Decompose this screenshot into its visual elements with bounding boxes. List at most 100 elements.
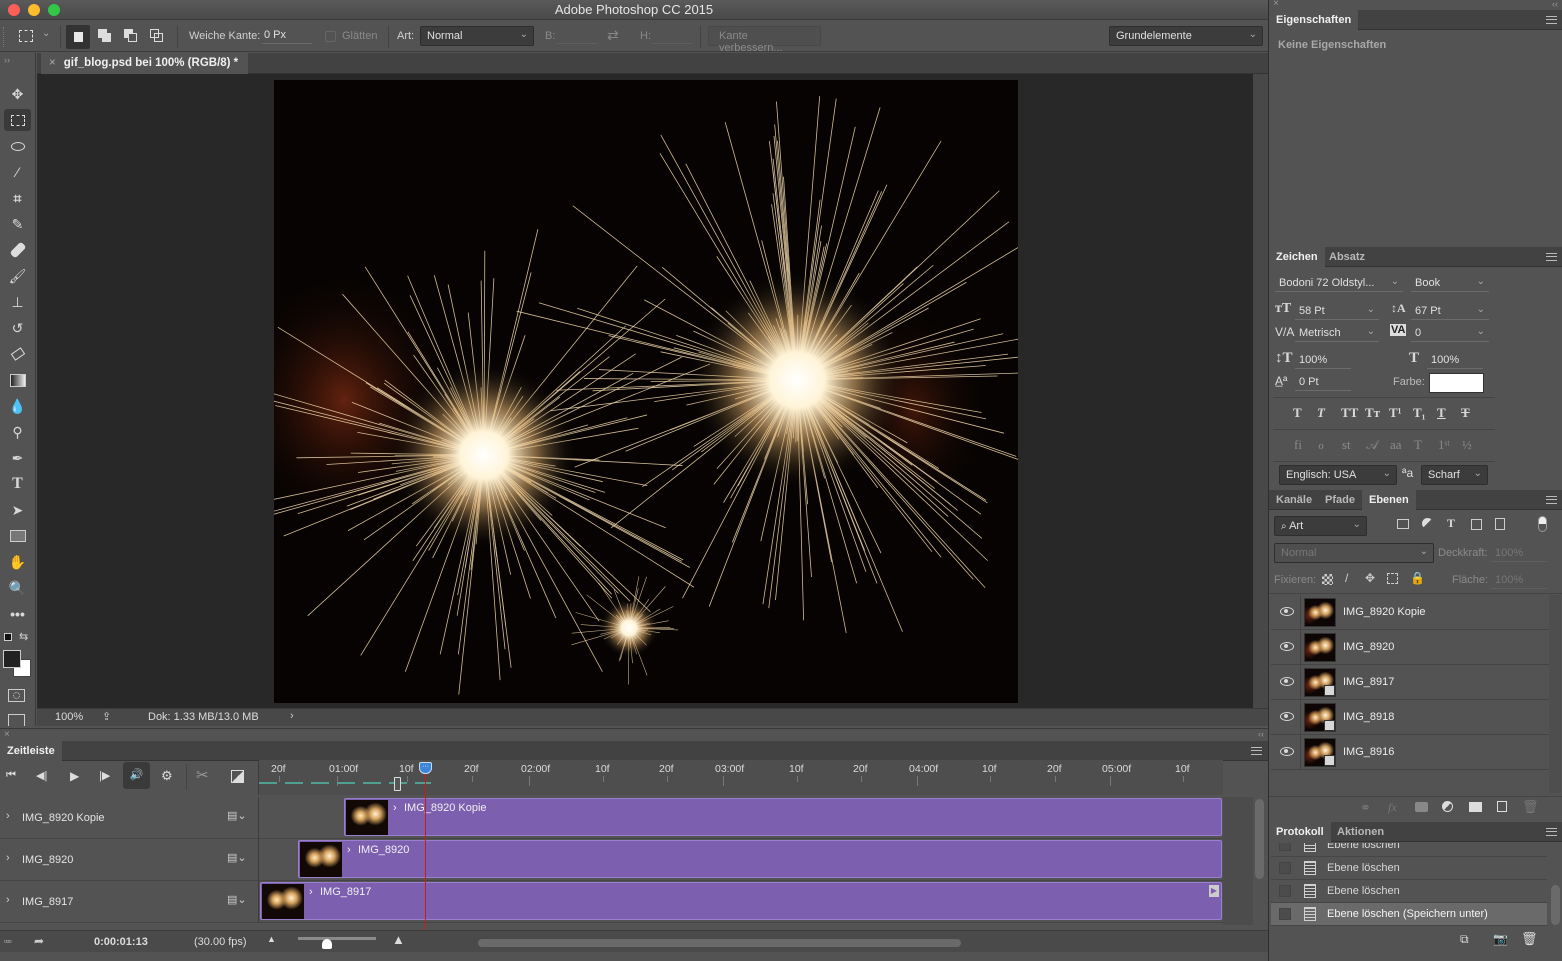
delete-state-trash-icon[interactable]: 🗑 <box>1521 931 1538 947</box>
all-caps-icon[interactable]: TT <box>1341 405 1358 421</box>
filter-pixel-icon[interactable] <box>1397 519 1409 529</box>
timeline-track-header[interactable]: › IMG_8917 ▤⌄ <box>0 881 258 923</box>
render-video-icon[interactable]: ➦ <box>34 934 44 948</box>
intersect-selection-button[interactable] <box>150 29 164 43</box>
timeline-zoom-slider-thumb[interactable] <box>322 939 332 949</box>
font-size-select[interactable]: 58 Pt ⌄ <box>1295 302 1379 320</box>
lock-artboard-icon[interactable] <box>1387 573 1398 584</box>
ligatures-icon[interactable]: fi <box>1294 437 1302 453</box>
fractions-icon[interactable]: ½ <box>1462 437 1472 453</box>
small-caps-icon[interactable]: Tт <box>1365 405 1380 421</box>
strikethrough-icon[interactable]: T <box>1461 405 1470 421</box>
history-state[interactable]: Ebene löschen <box>1271 843 1547 857</box>
new-document-from-state-icon[interactable]: ⧉ <box>1460 932 1469 947</box>
visibility-eye-icon[interactable] <box>1280 607 1294 616</box>
type-tool[interactable]: T <box>4 473 31 495</box>
opacity-input[interactable]: 100% <box>1491 544 1547 562</box>
tracking-select[interactable]: 0 ⌄ <box>1411 324 1489 342</box>
add-mask-icon[interactable] <box>1415 802 1428 812</box>
feather-input[interactable]: 0 Px <box>262 26 312 44</box>
blur-tool[interactable]: 💧 <box>4 395 31 417</box>
superscript-icon[interactable]: T¹ <box>1389 405 1402 421</box>
visibility-eye-icon[interactable] <box>1280 642 1294 651</box>
audio-toggle-button[interactable]: 🔊 <box>123 762 150 789</box>
subscript-icon[interactable]: T₁ <box>1413 405 1426 421</box>
kerning-select[interactable]: Metrisch ⌄ <box>1295 324 1379 342</box>
discretionary-ligatures-icon[interactable]: st <box>1342 437 1351 453</box>
layer-row[interactable]: IMG_8918 <box>1271 700 1549 735</box>
underline-icon[interactable]: T <box>1437 405 1446 421</box>
layer-row[interactable]: IMG_8920 Kopie <box>1271 595 1549 630</box>
lock-pixels-brush-icon[interactable]: / <box>1345 571 1348 585</box>
rectangle-tool[interactable] <box>4 525 31 547</box>
tab-timeline[interactable]: Zeitleiste <box>0 741 62 761</box>
history-scrollbar[interactable] <box>1551 885 1560 925</box>
workspace-select[interactable]: Grundelemente ⌄ <box>1109 26 1263 46</box>
dodge-tool[interactable]: ⚲ <box>4 421 31 443</box>
layer-filter-select[interactable]: ⌕ Art ⌄ <box>1274 516 1367 536</box>
titling-alternates-icon[interactable]: T <box>1414 437 1422 453</box>
crop-tool[interactable]: ⌗ <box>4 187 31 209</box>
expand-track-chevron-icon[interactable]: › <box>6 810 10 822</box>
next-frame-button[interactable]: |▶ <box>99 769 110 782</box>
time-ruler[interactable]: 20f 01:00f 10f 20f 02:00f 10f 20f 03:00f 10f 20f 0… <box>258 760 1223 795</box>
filter-smart-object-icon[interactable] <box>1495 518 1505 530</box>
subtract-from-selection-button[interactable] <box>124 29 138 43</box>
timeline-clip[interactable]: › IMG_8920 <box>298 840 1222 878</box>
layers-scrollbar-track[interactable] <box>1549 595 1561 793</box>
layer-row[interactable]: IMG_8916 <box>1271 735 1549 770</box>
playhead-handle[interactable]: ··· <box>419 762 432 774</box>
filter-shape-icon[interactable] <box>1471 519 1482 530</box>
zoom-in-timeline-icon[interactable]: ▲ <box>392 932 405 947</box>
collapse-panel-icon[interactable]: ‹‹ <box>1258 729 1264 739</box>
transition-icon[interactable] <box>231 770 244 783</box>
new-group-folder-icon[interactable] <box>1469 802 1482 812</box>
default-colors-icon[interactable] <box>4 633 12 641</box>
lock-transparent-icon[interactable] <box>1322 574 1333 585</box>
rectangular-marquee-tool[interactable] <box>4 109 31 131</box>
history-state[interactable]: Ebene löschen (Speichern unter) <box>1271 903 1547 926</box>
tab-properties[interactable]: Eigenschaften <box>1269 10 1359 30</box>
layer-row[interactable]: IMG_8917 <box>1271 665 1549 700</box>
new-selection-button[interactable] <box>66 25 90 49</box>
lasso-tool[interactable] <box>4 135 31 157</box>
marquee-preset-icon[interactable] <box>19 30 33 42</box>
screen-mode-button[interactable] <box>8 714 25 726</box>
visibility-eye-icon[interactable] <box>1280 712 1294 721</box>
style-select[interactable]: Normal ⌄ <box>420 26 534 46</box>
visibility-eye-icon[interactable] <box>1280 677 1294 686</box>
zoom-tool[interactable]: 🔍 <box>4 577 31 599</box>
panel-menu-icon[interactable] <box>1546 496 1557 504</box>
height-input[interactable] <box>652 26 692 44</box>
history-state[interactable]: Ebene löschen <box>1271 880 1547 903</box>
fill-input[interactable]: 100% <box>1491 571 1547 589</box>
faux-bold-icon[interactable]: T <box>1293 405 1302 421</box>
delete-layer-trash-icon[interactable]: 🗑 <box>1522 799 1539 815</box>
filter-adjustment-icon[interactable] <box>1422 518 1433 529</box>
language-select[interactable]: Englisch: USA ⌄ <box>1279 465 1397 485</box>
width-input[interactable] <box>557 26 597 44</box>
history-source-checkbox[interactable] <box>1279 885 1291 897</box>
brush-tool[interactable]: 🖌 <box>4 265 31 287</box>
hand-tool[interactable]: ✋ <box>4 551 31 573</box>
healing-brush-tool[interactable] <box>4 239 31 261</box>
history-state[interactable]: Ebene löschen <box>1271 857 1547 880</box>
horizontal-scale-input[interactable]: 100% <box>1427 351 1483 369</box>
faux-italic-icon[interactable]: T <box>1317 405 1325 421</box>
panel-menu-icon[interactable] <box>1251 747 1262 755</box>
film-strip-icon[interactable]: ▤⌄ <box>227 851 247 864</box>
previous-frame-button[interactable]: ◀| <box>36 769 47 782</box>
work-area-end-handle[interactable] <box>394 777 401 791</box>
eyedropper-tool[interactable]: ✎ <box>4 213 31 235</box>
new-adjustment-layer-icon[interactable] <box>1442 801 1453 812</box>
close-panel-icon[interactable]: × <box>4 729 10 740</box>
film-strip-icon[interactable]: ▤⌄ <box>227 893 247 906</box>
history-source-checkbox[interactable] <box>1279 843 1291 851</box>
document-canvas-image[interactable] <box>274 80 1018 703</box>
expand-track-chevron-icon[interactable]: › <box>6 894 10 906</box>
grip-handle[interactable] <box>3 27 6 47</box>
chevron-down-icon[interactable]: ⌄ <box>42 28 50 39</box>
share-icon[interactable]: ⇪ <box>102 710 111 723</box>
add-to-selection-button[interactable] <box>98 29 112 43</box>
stylistic-alternates-icon[interactable]: aa <box>1390 437 1402 453</box>
